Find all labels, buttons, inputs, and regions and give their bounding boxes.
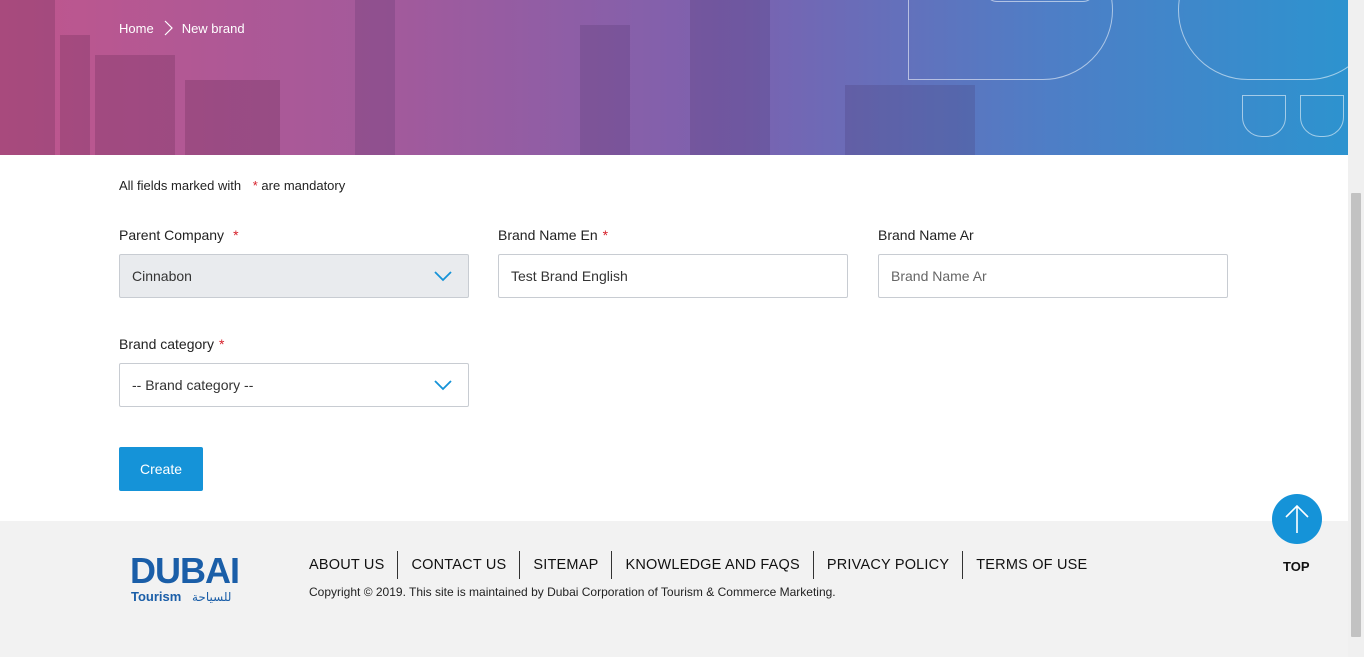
breadcrumb-current: New brand (181, 20, 245, 36)
chevron-down-icon (434, 380, 452, 391)
footer-link-privacy[interactable]: PRIVACY POLICY (814, 551, 964, 579)
arrow-up-icon (1285, 504, 1309, 533)
footer-link-about[interactable]: ABOUT US (309, 551, 399, 579)
back-to-top-button[interactable] (1272, 494, 1322, 544)
dubai-tourism-logo[interactable]: DUBAI Tourism للسياحة (130, 549, 250, 605)
breadcrumb-home[interactable]: Home (119, 21, 154, 36)
brand-name-ar-field[interactable] (878, 254, 1228, 298)
footer: DUBAI Tourism للسياحة ABOUT US CONTACT U… (0, 521, 1348, 657)
breadcrumb: Home New brand (119, 20, 245, 36)
footer-links: ABOUT US CONTACT US SITEMAP KNOWLEDGE AN… (309, 551, 1100, 579)
footer-link-faqs[interactable]: KNOWLEDGE AND FAQS (612, 551, 814, 579)
brand-name-en-label: Brand Name En * (498, 227, 609, 243)
brand-name-ar-input[interactable] (891, 268, 1215, 284)
svg-text:Tourism: Tourism (131, 589, 181, 604)
scrollbar[interactable] (1348, 0, 1364, 657)
svg-text:للسياحة: للسياحة (192, 590, 231, 604)
scrollbar-thumb[interactable] (1351, 193, 1361, 637)
brand-name-en-field[interactable] (498, 254, 848, 298)
brand-category-select[interactable]: -- Brand category -- (119, 363, 469, 407)
footer-link-terms[interactable]: TERMS OF USE (963, 551, 1100, 579)
parent-company-label: Parent Company * (119, 227, 239, 243)
create-button[interactable]: Create (119, 447, 203, 491)
brand-name-en-input[interactable] (511, 268, 835, 284)
footer-link-sitemap[interactable]: SITEMAP (520, 551, 613, 579)
svg-text:DUBAI: DUBAI (130, 550, 239, 591)
chevron-down-icon (434, 271, 452, 282)
parent-company-select[interactable]: Cinnabon (119, 254, 469, 298)
brand-category-label: Brand category * (119, 336, 225, 352)
hero-banner: Home New brand (0, 0, 1348, 155)
top-label: TOP (1283, 559, 1310, 574)
footer-link-contact[interactable]: CONTACT US (398, 551, 521, 579)
copyright-text: Copyright © 2019. This site is maintaine… (309, 585, 836, 599)
mandatory-note: All fields marked with * are mandatory (119, 178, 346, 193)
chevron-right-icon (164, 20, 173, 36)
brand-name-ar-label: Brand Name Ar (878, 227, 974, 243)
